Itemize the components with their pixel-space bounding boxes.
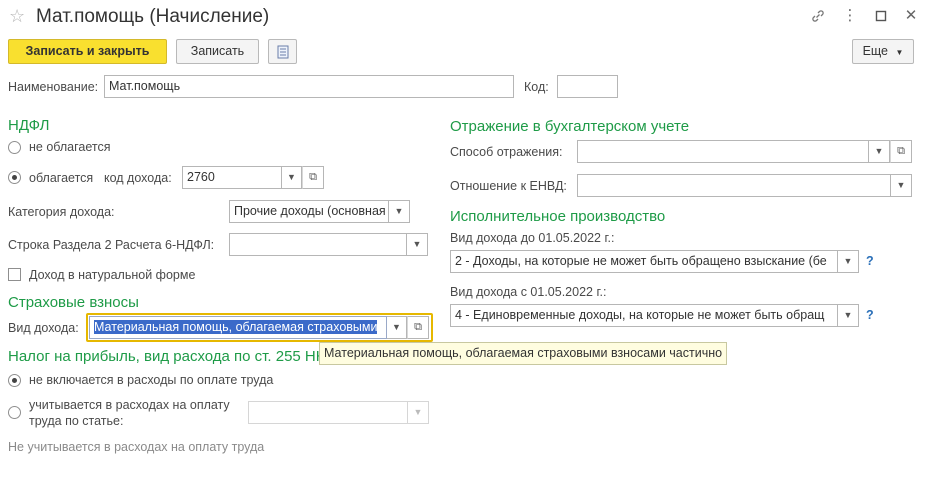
included-label-line2: труда по статье: — [29, 414, 124, 428]
save-and-close-button[interactable]: Записать и закрыть — [8, 39, 167, 64]
code-field[interactable] — [557, 75, 618, 98]
star-icon[interactable]: ☆ — [9, 6, 25, 27]
save-button[interactable]: Записать — [176, 39, 259, 64]
accounting-section-title: Отражение в бухгалтерском учете — [450, 118, 690, 135]
help-icon[interactable]: ? — [866, 254, 874, 268]
code-label: Код: — [524, 80, 549, 94]
document-list-icon[interactable] — [268, 39, 297, 64]
category-label: Категория дохода: — [8, 205, 115, 219]
before-date-label: Вид дохода до 01.05.2022 г.: — [450, 231, 615, 245]
insurance-income-type-label: Вид дохода: — [8, 321, 79, 335]
income-code-field[interactable]: 2760 — [182, 166, 282, 189]
after-date-dropdown[interactable]: ▼ — [838, 304, 859, 327]
in-kind-label: Доход в натуральной форме — [29, 268, 196, 282]
page-title: Мат.помощь (Начисление) — [36, 6, 270, 27]
income-code-dropdown[interactable]: ▼ — [282, 166, 302, 189]
help-icon[interactable]: ? — [866, 308, 874, 322]
not-included-radio[interactable] — [8, 374, 21, 387]
insurance-income-type-field[interactable]: Материальная помощь, облагаемая страховы… — [89, 316, 387, 339]
open-icon[interactable]: ⧉ — [890, 140, 912, 163]
not-taxed-label: не облагается — [29, 140, 111, 154]
row6-dropdown[interactable]: ▼ — [407, 233, 428, 256]
in-kind-checkbox[interactable] — [8, 268, 21, 281]
envd-dropdown[interactable]: ▼ — [891, 174, 912, 197]
income-code-label: код дохода: — [104, 171, 172, 185]
after-date-label: Вид дохода с 01.05.2022 г.: — [450, 285, 607, 299]
row6-field[interactable] — [229, 233, 407, 256]
open-icon[interactable]: ⧉ — [302, 166, 324, 189]
article-field — [248, 401, 408, 424]
not-taxed-radio[interactable] — [8, 141, 21, 154]
accounting-method-field[interactable] — [577, 140, 869, 163]
profit-tax-section-title: Налог на прибыль, вид расхода по ст. 255… — [8, 348, 325, 365]
insurance-section-title: Страховые взносы — [8, 294, 139, 311]
taxed-radio[interactable] — [8, 171, 21, 184]
more-button[interactable]: Еще ▼ — [852, 39, 914, 64]
close-icon[interactable]: ✕ — [901, 5, 921, 27]
envd-label: Отношение к ЕНВД: — [450, 179, 567, 193]
insurance-income-type-value: Материальная помощь, облагаемая страховы… — [94, 320, 378, 334]
category-field[interactable]: Прочие доходы (основная — [229, 200, 389, 223]
insurance-income-tooltip: Материальная помощь, облагаемая страховы… — [319, 342, 728, 365]
more-label: Еще — [862, 44, 889, 58]
insurance-income-dropdown[interactable]: ▼ — [387, 316, 407, 339]
chevron-down-icon: ▼ — [895, 48, 904, 57]
envd-field[interactable] — [577, 174, 891, 197]
taxed-label: облагается — [29, 171, 94, 185]
before-date-dropdown[interactable]: ▼ — [838, 250, 859, 273]
after-date-field[interactable]: 4 - Единовременные доходы, на которые не… — [450, 304, 838, 327]
accounting-method-dropdown[interactable]: ▼ — [869, 140, 890, 163]
accounting-method-label: Способ отражения: — [450, 145, 563, 159]
name-label: Наименование: — [8, 80, 99, 94]
profit-tax-note: Не учитывается в расходах на оплату труд… — [8, 440, 265, 454]
open-icon[interactable]: ⧉ — [407, 316, 429, 339]
name-field[interactable]: Мат.помощь — [104, 75, 514, 98]
not-included-label: не включается в расходы по оплате труда — [29, 373, 274, 387]
before-date-field[interactable]: 2 - Доходы, на которые не может быть обр… — [450, 250, 838, 273]
more-vertical-icon[interactable]: ⋮ — [840, 5, 860, 27]
row6-label: Строка Раздела 2 Расчета 6-НДФЛ: — [8, 238, 215, 252]
article-dropdown: ▼ — [408, 401, 429, 424]
maximize-icon[interactable] — [871, 5, 891, 27]
included-label-line1: учитывается в расходах на оплату — [29, 398, 230, 412]
ndfl-section-title: НДФЛ — [8, 117, 50, 134]
enforcement-section-title: Исполнительное производство — [450, 208, 666, 225]
included-radio[interactable] — [8, 406, 21, 419]
link-icon[interactable] — [808, 5, 828, 27]
category-dropdown[interactable]: ▼ — [389, 200, 410, 223]
